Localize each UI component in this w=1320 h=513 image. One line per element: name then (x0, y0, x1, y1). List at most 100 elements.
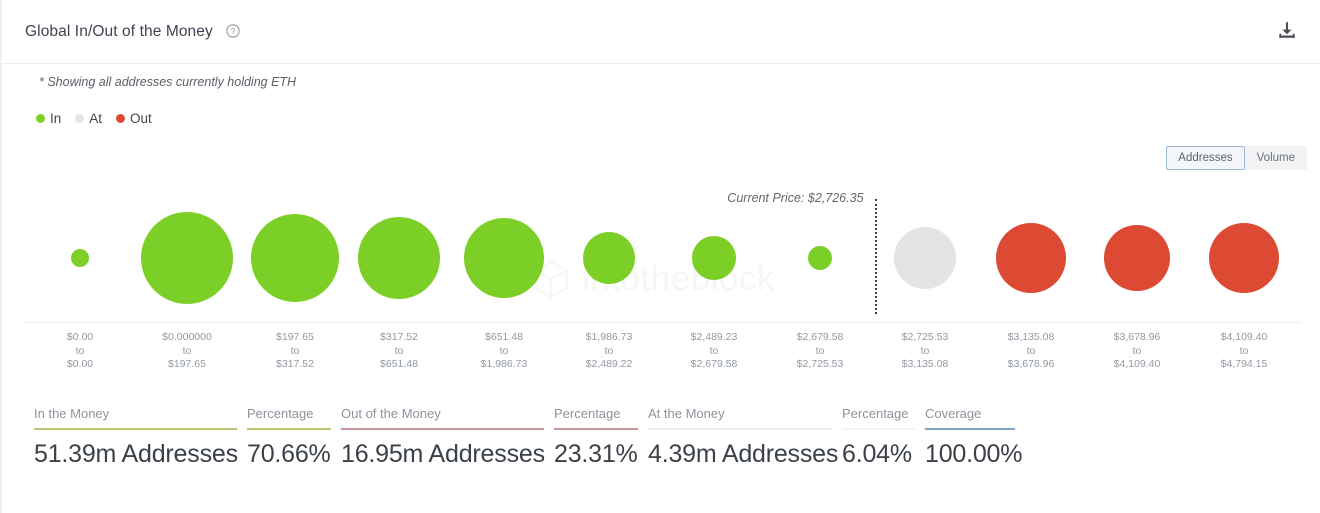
help-circle-icon[interactable]: ? (226, 24, 240, 38)
bubble-out[interactable] (1104, 225, 1170, 291)
axis-range-separator: to (1132, 344, 1142, 357)
axis-range-low: $651.48 (485, 331, 523, 343)
axis-range-separator: to (394, 344, 404, 357)
card-header: Global In/Out of the Money ? (2, 0, 1320, 64)
axis-range-low: $0.000000 (162, 331, 212, 343)
axis-label: $0.00 to $0.00 (67, 331, 93, 372)
axis-label: $2,725.53 to $3,135.08 (902, 331, 949, 372)
toggle-addresses[interactable]: Addresses (1166, 146, 1245, 170)
toggle-volume[interactable]: Volume (1245, 146, 1307, 170)
axis-range-high: $651.48 (380, 358, 418, 370)
stat-underline (34, 428, 237, 430)
axis-range-high: $2,725.53 (796, 358, 844, 370)
bubble-at[interactable] (894, 227, 956, 289)
stat-underline (247, 428, 331, 430)
bubble-in[interactable] (141, 212, 233, 304)
bubble-in[interactable] (71, 249, 89, 267)
watermark: intotheblock (530, 258, 775, 300)
axis-range-separator: to (290, 344, 300, 357)
axis-range-high: $317.52 (276, 358, 314, 370)
in-out-of-money-card: Global In/Out of the Money ? * Showing a… (0, 0, 1320, 513)
axis-range-low: $3,678.96 (1113, 331, 1161, 343)
bubble-in[interactable] (251, 214, 339, 302)
stat-block: Percentage 6.04% (842, 406, 925, 469)
legend-item-out[interactable]: Out (116, 111, 152, 126)
download-icon[interactable] (1276, 20, 1298, 42)
stat-block: Percentage 70.66% (247, 406, 341, 469)
legend-dot-out-icon (116, 114, 126, 123)
stat-underline (842, 428, 915, 430)
stat-value: 51.39m Addresses (34, 440, 238, 468)
axis-range-high: $2,489.22 (585, 358, 633, 370)
bubble-in[interactable] (358, 217, 440, 299)
bubble-out[interactable] (996, 223, 1066, 293)
stat-label: Out of the Money (341, 406, 441, 421)
stat-block: Percentage 23.31% (554, 406, 648, 469)
axis-range-separator: to (709, 344, 719, 357)
axis-range-low: $0.00 (66, 331, 94, 343)
legend-item-in[interactable]: In (36, 111, 61, 126)
stat-label: Percentage (247, 406, 314, 421)
legend-item-at[interactable]: At (75, 111, 102, 126)
bubble-plot: intotheblock Current Price: $2,726.35 (2, 186, 1320, 322)
axis-range-high: $197.65 (168, 358, 206, 370)
axis-label: $3,678.96 to $4,109.40 (1114, 331, 1161, 372)
axis-label: $651.48 to $1,986.73 (481, 331, 528, 372)
stat-label: In the Money (34, 406, 110, 421)
axis-label: $0.000000 to $197.65 (162, 331, 212, 372)
axis-range-separator: to (604, 344, 614, 357)
axis-range-separator: to (920, 344, 930, 357)
axis-range-low: $2,679.58 (796, 331, 844, 343)
axis-range-separator: to (815, 344, 825, 357)
stat-label: At the Money (648, 406, 725, 421)
unit-toggle-group[interactable]: Addresses Volume (1166, 146, 1307, 170)
legend-label-in: In (50, 111, 62, 126)
bubble-in[interactable] (808, 246, 832, 270)
axis-label: $1,986.73 to $2,489.22 (586, 331, 633, 372)
axis-label: $317.52 to $651.48 (380, 331, 418, 372)
axis-label: $2,489.23 to $2,679.58 (691, 331, 738, 372)
axis-range-low: $2,489.23 (690, 331, 738, 343)
summary-stats: In the Money 51.39m Addresses Percentage 70… (34, 406, 1025, 469)
page-title: Global In/Out of the Money (25, 23, 213, 40)
stat-underline (925, 428, 1015, 430)
axis-range-high: $1,986.73 (480, 358, 528, 370)
stat-block: In the Money 51.39m Addresses (34, 406, 247, 469)
stat-label: Percentage (554, 406, 621, 421)
axis-label: $2,679.58 to $2,725.53 (797, 331, 844, 372)
svg-text:?: ? (231, 26, 236, 36)
axis-range-low: $4,109.40 (1220, 331, 1268, 343)
axis-range-separator: to (1026, 344, 1036, 357)
bubble-out[interactable] (1209, 223, 1279, 293)
stat-block: At the Money 4.39m Addresses (648, 406, 842, 469)
axis-label: $3,135.08 to $3,678.96 (1008, 331, 1055, 372)
chart-note: * Showing all addresses currently holdin… (39, 75, 297, 89)
bubble-in[interactable] (583, 232, 635, 284)
stat-value: 6.04% (842, 440, 912, 468)
axis-range-low: $197.65 (276, 331, 314, 343)
stat-value: 100.00% (925, 440, 1023, 468)
axis-range-high: $2,679.58 (690, 358, 738, 370)
stat-underline (648, 428, 832, 430)
axis-range-high: $4,109.40 (1113, 358, 1161, 370)
current-price-line (874, 199, 877, 314)
legend-dot-at-icon (75, 114, 85, 123)
axis-range-high: $3,678.96 (1007, 358, 1055, 370)
legend-label-out: Out (130, 111, 152, 126)
stat-value: 4.39m Addresses (648, 440, 839, 468)
stat-block: Out of the Money 16.95m Addresses (341, 406, 554, 469)
axis-range-high: $0.00 (66, 358, 94, 370)
axis-range-low: $317.52 (380, 331, 418, 343)
axis-label: $197.65 to $317.52 (276, 331, 314, 372)
current-price-label: Current Price: $2,726.35 (727, 191, 864, 205)
axis-range-high: $3,135.08 (901, 358, 949, 370)
bubble-in[interactable] (692, 236, 736, 280)
axis-label: $4,109.40 to $4,794.15 (1221, 331, 1268, 372)
legend-label-at: At (89, 111, 103, 126)
stat-label: Coverage (925, 406, 982, 421)
stat-label: Percentage (842, 406, 909, 421)
stat-value: 23.31% (554, 440, 638, 468)
axis-range-low: $2,725.53 (901, 331, 949, 343)
stat-underline (554, 428, 638, 430)
bubble-in[interactable] (464, 218, 544, 298)
